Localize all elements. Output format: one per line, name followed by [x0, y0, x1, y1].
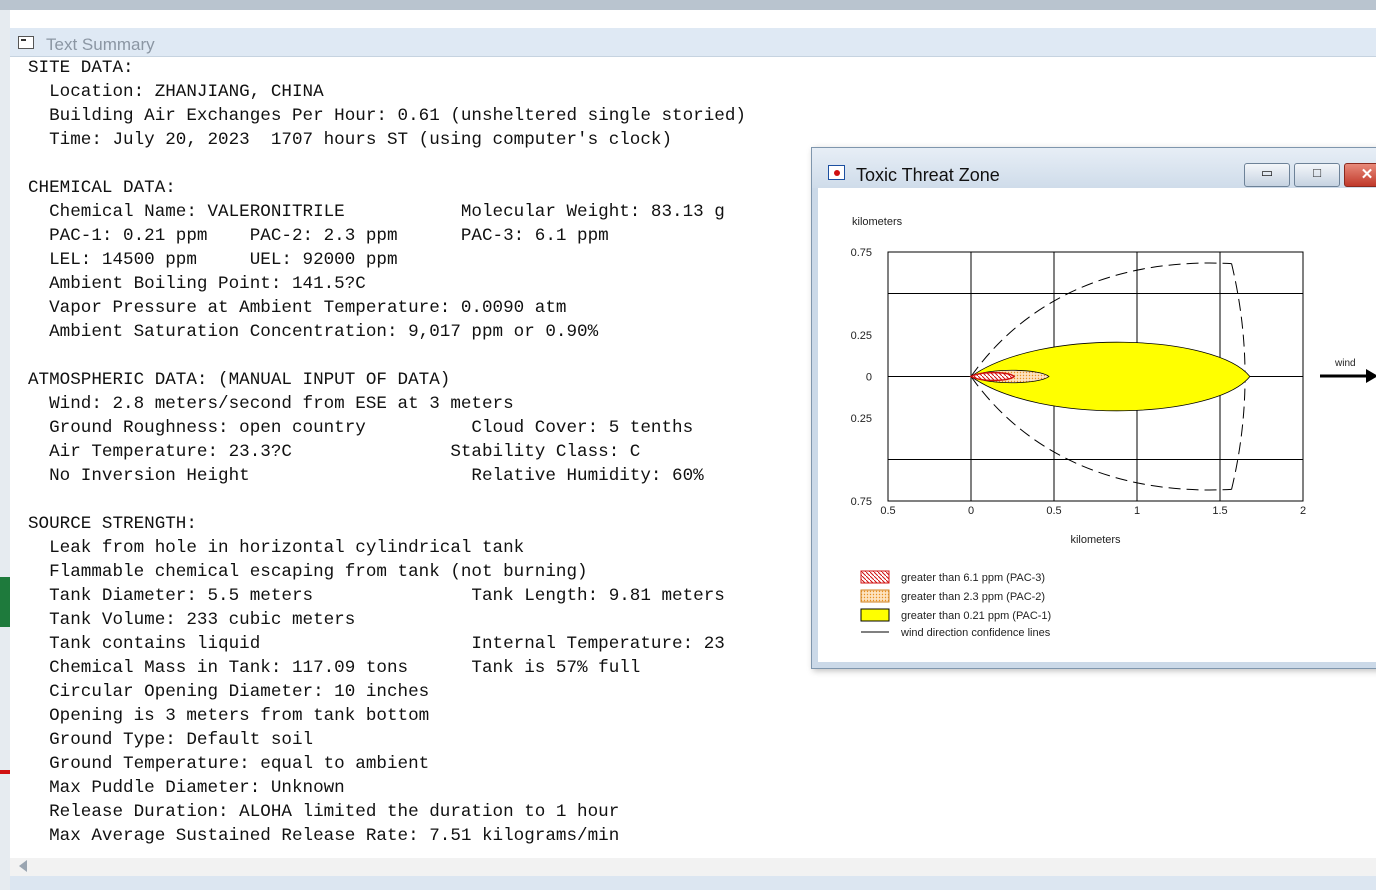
- wind-label: wind: [1334, 358, 1356, 369]
- summary-line: ATMOSPHERIC DATA: (MANUAL INPUT OF DATA): [28, 370, 451, 390]
- legend-label: greater than 6.1 ppm (PAC-3): [901, 572, 1045, 584]
- x-tick-label: 0.5: [1046, 505, 1061, 517]
- y-axis-unit-label: kilometers: [852, 216, 903, 228]
- y-tick-label: 0.75: [851, 496, 872, 508]
- scroll-left-arrow-icon[interactable]: [19, 860, 27, 872]
- maximize-button[interactable]: □: [1294, 163, 1340, 187]
- minimize-icon: ▭: [1260, 165, 1274, 180]
- legend-swatch: [860, 589, 890, 603]
- maximize-icon: □: [1313, 165, 1321, 180]
- legend-swatch: [860, 608, 890, 622]
- threat-zone-chart: kilometers 0.75 0.25 0 0.25 0.75 0.5 0 0.5 1 1.5 2 k…: [851, 216, 1376, 639]
- summary-line: Release Duration: ALOHA limited the dura…: [28, 802, 620, 822]
- legend-label: wind direction confidence lines: [900, 627, 1051, 639]
- summary-line: SOURCE STRENGTH:: [28, 514, 197, 534]
- close-icon: ✕: [1360, 166, 1374, 183]
- summary-line: Ground Temperature: equal to ambient: [28, 754, 430, 774]
- summary-line: Chemical Mass in Tank: 117.09 tons Tank …: [28, 658, 641, 678]
- toxic-threat-zone-window[interactable]: Toxic Threat Zone ▭ □ ✕ kilometers 0.75 0.…: [811, 147, 1376, 669]
- summary-line: Ambient Boiling Point: 141.5?C: [28, 274, 366, 294]
- y-tick-label: 0.75: [851, 247, 872, 259]
- background-window-strip: [0, 0, 1376, 10]
- zone-pac3: [969, 371, 1016, 382]
- y-tick-label: 0.25: [851, 413, 872, 425]
- x-tick-label: 1: [1134, 505, 1140, 517]
- summary-line: Circular Opening Diameter: 10 inches: [28, 682, 430, 702]
- horizontal-scrollbar[interactable]: [10, 858, 1376, 876]
- summary-line: Building Air Exchanges Per Hour: 0.61 (u…: [28, 106, 746, 126]
- summary-line: PAC-1: 0.21 ppm PAC-2: 2.3 ppm PAC-3: 6.…: [28, 226, 609, 246]
- summary-line: Opening is 3 meters from tank bottom: [28, 706, 430, 726]
- summary-line: Location: ZHANJIANG, CHINA: [28, 82, 324, 102]
- x-tick-label: 0: [968, 505, 974, 517]
- summary-line: Wind: 2.8 meters/second from ESE at 3 me…: [28, 394, 514, 414]
- summary-line: CHEMICAL DATA:: [28, 178, 176, 198]
- summary-line: No Inversion Height Relative Humidity: 6…: [28, 466, 704, 486]
- summary-line: [28, 152, 746, 176]
- threat-window-app-icon: [828, 165, 845, 180]
- x-axis-unit-label: kilometers: [1070, 534, 1121, 546]
- text-window-icon: [18, 36, 34, 49]
- summary-line: LEL: 14500 ppm UEL: 92000 ppm: [28, 250, 398, 270]
- summary-line: SITE DATA:: [28, 58, 134, 78]
- summary-line: Tank Volume: 233 cubic meters: [28, 610, 356, 630]
- summary-line: Chemical Name: VALERONITRILE Molecular W…: [28, 202, 725, 222]
- minimize-button[interactable]: ▭: [1244, 163, 1290, 187]
- status-bar: [10, 876, 1376, 890]
- threat-zone-plot-area: kilometers 0.75 0.25 0 0.25 0.75 0.5 0 0.5 1 1.5 2 k…: [818, 188, 1376, 662]
- summary-line: Time: July 20, 2023 1707 hours ST (using…: [28, 130, 673, 150]
- threat-window-title: Toxic Threat Zone: [856, 165, 1000, 185]
- summary-line: Leak from hole in horizontal cylindrical…: [28, 538, 525, 558]
- legend-label: greater than 2.3 ppm (PAC-2): [901, 591, 1045, 603]
- x-tick-label: 1.5: [1212, 505, 1227, 517]
- legend-swatch: [860, 570, 890, 584]
- summary-line: [28, 344, 746, 368]
- summary-line: Ambient Saturation Concentration: 9,017 …: [28, 322, 599, 342]
- summary-line: Vapor Pressure at Ambient Temperature: 0…: [28, 298, 567, 318]
- summary-line: Flammable chemical escaping from tank (n…: [28, 562, 588, 582]
- summary-line: Ground Roughness: open country Cloud Cov…: [28, 418, 694, 438]
- wind-arrow-icon: [1366, 369, 1376, 383]
- x-tick-label: 0.5: [880, 505, 895, 517]
- close-button[interactable]: ✕: [1344, 163, 1376, 187]
- threat-window-titlebar[interactable]: Toxic Threat Zone ▭ □ ✕: [812, 148, 1376, 188]
- legend-label: greater than 0.21 ppm (PAC-1): [901, 610, 1051, 622]
- x-tick-label: 2: [1300, 505, 1306, 517]
- text-summary-content: SITE DATA: Location: ZHANJIANG, CHINA Bu…: [28, 56, 746, 848]
- summary-line: [28, 488, 746, 512]
- y-tick-label: 0.25: [851, 330, 872, 342]
- summary-line: Tank Diameter: 5.5 meters Tank Length: 9…: [28, 586, 725, 606]
- summary-line: Max Puddle Diameter: Unknown: [28, 778, 345, 798]
- summary-line: Tank contains liquid Internal Temperatur…: [28, 634, 725, 654]
- summary-line: Max Average Sustained Release Rate: 7.51…: [28, 826, 620, 846]
- summary-line: Ground Type: Default soil: [28, 730, 314, 750]
- text-summary-title: Text Summary: [46, 35, 155, 54]
- text-summary-titlebar: Text Summary: [10, 28, 1376, 57]
- summary-line: Air Temperature: 23.3?C Stability Class:…: [28, 442, 641, 462]
- y-tick-label: 0: [866, 372, 872, 384]
